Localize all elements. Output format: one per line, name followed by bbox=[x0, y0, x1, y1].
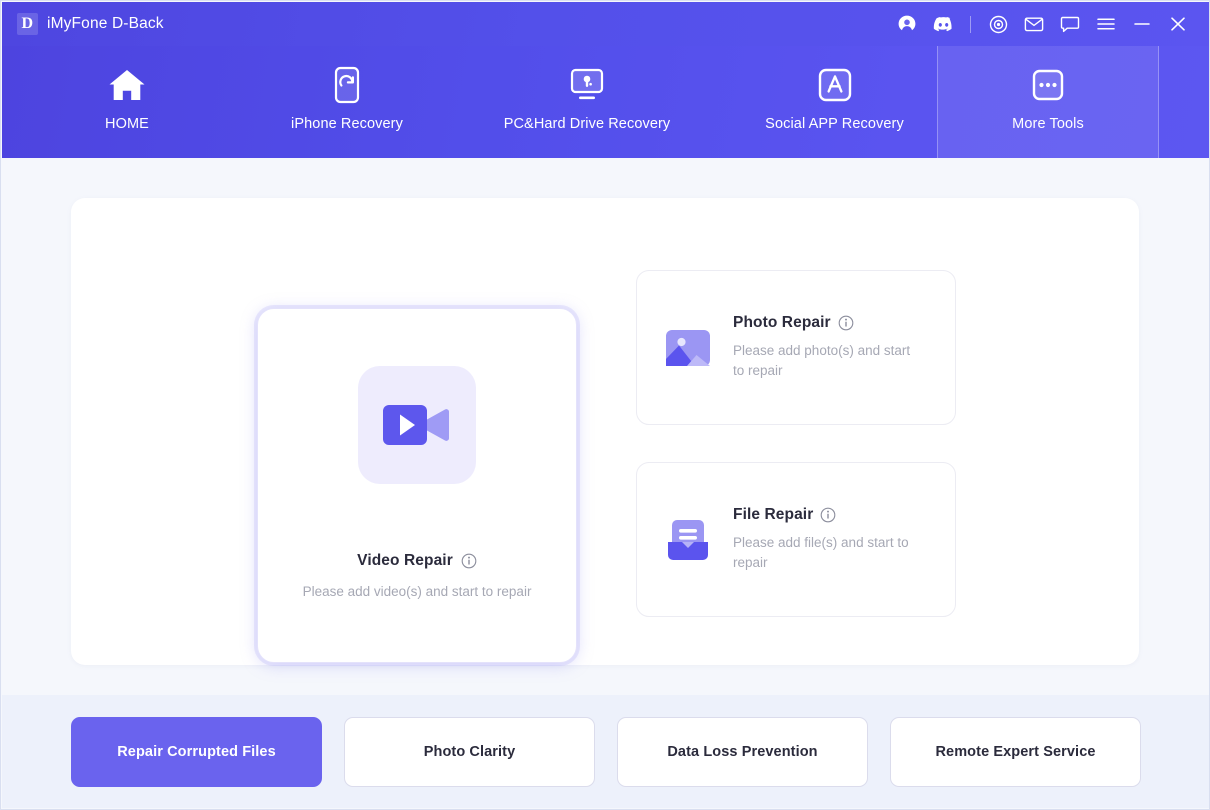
brand: D iMyFone D-Back bbox=[2, 13, 164, 35]
nav-bar: HOME iPhone Recovery PC&Hard Drive Recov… bbox=[2, 46, 1209, 158]
file-repair-title: File Repair bbox=[733, 506, 814, 524]
info-icon[interactable] bbox=[838, 315, 854, 331]
titlebar-controls bbox=[889, 8, 1209, 40]
data-loss-prevention-button[interactable]: Data Loss Prevention bbox=[617, 716, 868, 787]
app-logo: D bbox=[17, 13, 38, 35]
photo-image-icon bbox=[663, 323, 713, 373]
photo-repair-title-row: Photo Repair bbox=[733, 314, 913, 332]
video-repair-card[interactable]: Video Repair Please add video(s) and sta… bbox=[257, 308, 577, 663]
content-area: Video Repair Please add video(s) and sta… bbox=[2, 158, 1209, 698]
file-repair-card[interactable]: File Repair Please add file(s) and start… bbox=[636, 462, 956, 617]
close-icon[interactable] bbox=[1160, 8, 1196, 40]
video-repair-title-row: Video Repair bbox=[357, 552, 477, 570]
video-camera-icon bbox=[358, 366, 476, 484]
photo-repair-text: Photo Repair Please add photo(s) and sta… bbox=[733, 314, 913, 380]
photo-repair-description: Please add photo(s) and start to repair bbox=[733, 343, 911, 378]
nav-tab-home[interactable]: HOME bbox=[2, 46, 252, 158]
monitor-icon bbox=[566, 67, 608, 103]
titlebar-divider bbox=[970, 15, 971, 33]
mail-icon[interactable] bbox=[1016, 8, 1052, 40]
nav-label-iphone-recovery: iPhone Recovery bbox=[291, 115, 403, 132]
target-icon[interactable] bbox=[980, 8, 1016, 40]
nav-tab-iphone-recovery[interactable]: iPhone Recovery bbox=[252, 46, 442, 158]
ellipsis-icon bbox=[1030, 67, 1066, 103]
nav-label-home: HOME bbox=[105, 115, 149, 132]
phone-refresh-icon bbox=[332, 66, 362, 103]
home-icon bbox=[105, 67, 149, 103]
bottom-action-bar: Repair Corrupted Files Photo Clarity Dat… bbox=[2, 695, 1209, 808]
video-repair-description: Please add video(s) and start to repair bbox=[302, 584, 532, 599]
discord-icon[interactable] bbox=[925, 8, 961, 40]
nav-label-more-tools: More Tools bbox=[1012, 115, 1084, 132]
repair-corrupted-files-button[interactable]: Repair Corrupted Files bbox=[71, 716, 322, 787]
nav-tab-social-app-recovery[interactable]: Social APP Recovery bbox=[732, 46, 937, 158]
info-icon[interactable] bbox=[461, 553, 477, 569]
photo-clarity-button[interactable]: Photo Clarity bbox=[344, 716, 595, 787]
nav-label-social-app-recovery: Social APP Recovery bbox=[765, 115, 904, 132]
title-bar: D iMyFone D-Back bbox=[2, 2, 1209, 46]
file-repair-text: File Repair Please add file(s) and start… bbox=[733, 506, 913, 572]
video-repair-title: Video Repair bbox=[357, 552, 453, 569]
file-repair-description: Please add file(s) and start to repair bbox=[733, 535, 909, 570]
app-window: D iMyFone D-Back HOME iPhone Recovery PC… bbox=[0, 0, 1210, 810]
nav-label-pc-hard-drive-recovery: PC&Hard Drive Recovery bbox=[503, 115, 671, 132]
app-store-icon bbox=[817, 67, 853, 103]
chat-icon[interactable] bbox=[1052, 8, 1088, 40]
file-repair-title-row: File Repair bbox=[733, 506, 913, 524]
minimize-icon[interactable] bbox=[1124, 8, 1160, 40]
menu-icon[interactable] bbox=[1088, 8, 1124, 40]
nav-tab-more-tools[interactable]: More Tools bbox=[937, 46, 1159, 158]
info-icon[interactable] bbox=[820, 507, 836, 523]
app-title: iMyFone D-Back bbox=[47, 15, 164, 32]
photo-repair-card[interactable]: Photo Repair Please add photo(s) and sta… bbox=[636, 270, 956, 425]
tools-panel: Video Repair Please add video(s) and sta… bbox=[71, 198, 1139, 665]
account-icon[interactable] bbox=[889, 8, 925, 40]
nav-tab-pc-hard-drive-recovery[interactable]: PC&Hard Drive Recovery bbox=[442, 46, 732, 158]
photo-repair-title: Photo Repair bbox=[733, 314, 831, 332]
file-document-icon bbox=[663, 515, 713, 565]
remote-expert-service-button[interactable]: Remote Expert Service bbox=[890, 716, 1141, 787]
